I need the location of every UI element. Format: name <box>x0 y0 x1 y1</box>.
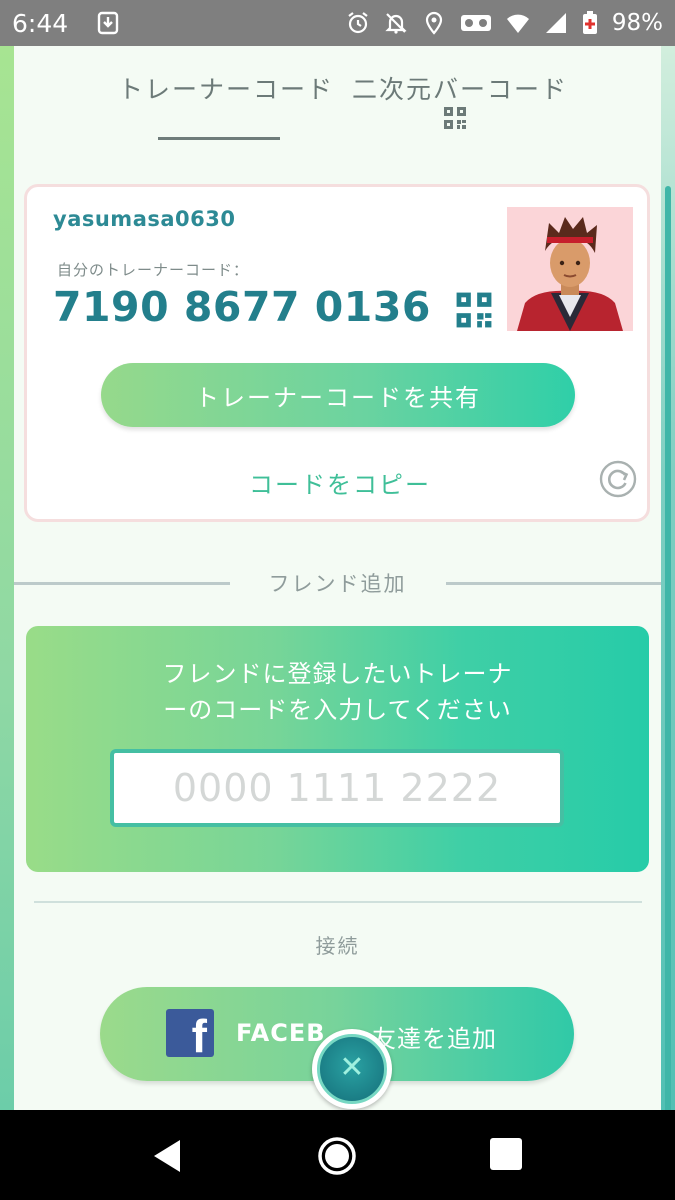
friend-add-divider: フレンド追加 <box>14 568 661 598</box>
qr-code-icon[interactable] <box>455 291 493 329</box>
status-time: 6:44 <box>12 8 69 38</box>
battery-icon <box>582 11 597 34</box>
recent-apps-icon[interactable] <box>490 1138 522 1170</box>
back-icon[interactable] <box>148 1136 188 1176</box>
status-icons: 98% <box>346 10 663 36</box>
trainer-code-value: 7190 8677 0136 <box>53 283 431 331</box>
tab-bar: トレーナーコード 二次元バーコード <box>14 46 661 156</box>
signal-icon <box>545 13 566 33</box>
facebook-icon: f <box>166 1009 214 1057</box>
download-icon <box>97 11 119 35</box>
trainer-username: yasumasa0630 <box>53 207 236 231</box>
connect-label: 接続 <box>315 934 360 958</box>
avatar-illustration <box>517 217 623 331</box>
facebook-button-label-a: FACEB <box>236 1019 326 1047</box>
vr-icon <box>460 15 491 31</box>
trainer-code-label: 自分のトレーナーコード： <box>57 261 250 279</box>
connect-divider <box>34 901 642 903</box>
copy-code-button[interactable]: コードをコピー <box>249 465 431 500</box>
friend-add-card: フレンドに登録したいトレーナ ーのコードを入力してください <box>26 626 649 872</box>
share-trainer-code-button[interactable]: トレーナーコードを共有 <box>101 363 575 427</box>
refresh-icon[interactable] <box>598 459 638 499</box>
wifi-icon <box>506 14 529 33</box>
qr-code-icon <box>444 107 466 129</box>
location-icon <box>425 11 442 35</box>
home-icon[interactable] <box>317 1136 357 1176</box>
close-icon: ✕ <box>339 1050 365 1085</box>
divider-line-right <box>446 582 661 585</box>
facebook-button-label-b: 友達を追加 <box>372 1025 497 1053</box>
trainer-code-card: yasumasa0630 自分のトレーナーコード： 7190 8677 0136 <box>24 184 650 522</box>
friend-add-prompt-line2: ーのコードを入力してください <box>163 696 512 724</box>
tab-trainer-code[interactable]: トレーナーコード <box>118 70 334 106</box>
friend-add-prompt: フレンドに登録したいトレーナ ーのコードを入力してください <box>26 656 649 728</box>
status-bar: 6:44 98% <box>0 0 675 46</box>
battery-percent: 98% <box>611 10 663 36</box>
android-nav-bar <box>0 1110 675 1200</box>
friend-panel: トレーナーコード 二次元バーコード yasumasa0630 自分のトレーナーコ… <box>14 46 661 1110</box>
close-button[interactable]: ✕ <box>312 1029 392 1109</box>
alarm-icon <box>348 12 368 34</box>
friend-add-prompt-line1: フレンドに登録したいトレーナ <box>162 660 513 688</box>
close-button-inner: ✕ <box>317 1034 387 1104</box>
background-edge-left <box>0 46 14 1110</box>
background-edge-right <box>661 46 675 1156</box>
active-tab-indicator <box>158 137 280 140</box>
notifications-off-icon <box>385 13 407 34</box>
friend-code-input[interactable] <box>110 749 564 827</box>
tab-2d-barcode[interactable]: 二次元バーコード <box>352 70 568 106</box>
scrollbar[interactable] <box>665 186 671 1156</box>
trainer-avatar <box>507 207 633 331</box>
